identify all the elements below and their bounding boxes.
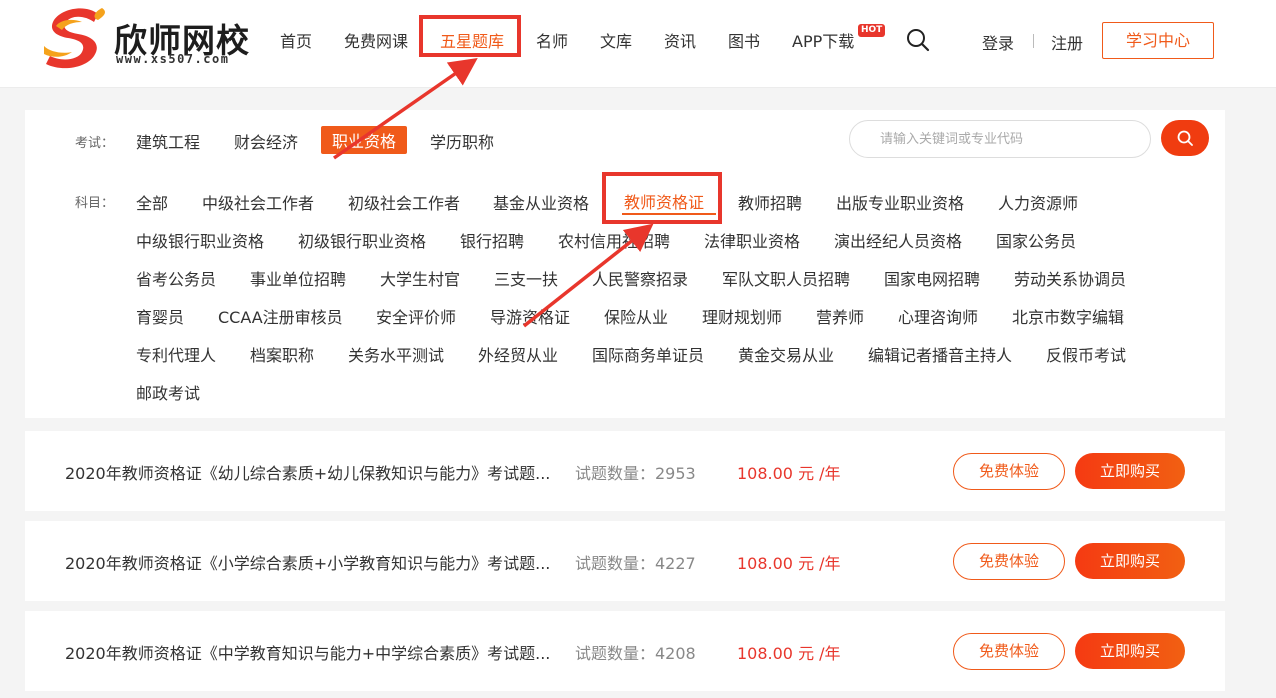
subject-item[interactable]: 北京市数字编辑 (1012, 304, 1124, 328)
subject-item[interactable]: 全部 (136, 190, 168, 214)
buy-now-button[interactable]: 立即购买 (1075, 453, 1185, 489)
search-button-icon (1177, 130, 1193, 146)
subject-item[interactable]: 事业单位招聘 (250, 266, 346, 290)
subject-item[interactable]: 初级银行职业资格 (298, 228, 426, 252)
course-title[interactable]: 2020年教师资格证《中学教育知识与能力+中学综合素质》考试题... (65, 640, 550, 664)
filter-panel: 考试： 建筑工程 财会经济 职业资格 学历职称 科目： 全部 中级社会工作者 初… (25, 110, 1225, 418)
subject-item[interactable]: 军队文职人员招聘 (722, 266, 850, 290)
exam-finance[interactable]: 财会经济 (234, 129, 298, 153)
subject-item[interactable]: 安全评价师 (376, 304, 456, 328)
subject-item[interactable]: 出版专业职业资格 (836, 190, 964, 214)
subject-item[interactable]: 国家电网招聘 (884, 266, 980, 290)
course-row: 2020年教师资格证《小学综合素质+小学教育知识与能力》考试题... 试题数量：… (25, 521, 1225, 601)
header-divider (1033, 34, 1034, 48)
exam-professional-qualification[interactable]: 职业资格 (321, 126, 408, 154)
subject-item[interactable]: 教师招聘 (738, 190, 802, 214)
hot-badge: HOT (858, 24, 886, 37)
exam-construction[interactable]: 建筑工程 (136, 129, 200, 153)
subject-item[interactable]: 农村信用社招聘 (558, 228, 670, 252)
subject-item[interactable]: 编辑记者播音主持人 (868, 342, 1012, 366)
subject-label: 科目： (75, 196, 115, 211)
subject-item[interactable]: 人力资源师 (998, 190, 1078, 214)
subject-item[interactable]: 心理咨询师 (898, 304, 978, 328)
subject-item[interactable]: 人民警察招录 (592, 266, 688, 290)
nav-teachers[interactable]: 名师 (536, 28, 568, 52)
logo-s-icon (44, 8, 105, 69)
exam-label: 考试： (75, 136, 115, 151)
site-logo[interactable]: 欣师网校 www.xs507.com (42, 4, 252, 70)
nav-library[interactable]: 文库 (600, 28, 632, 52)
exam-academic-title[interactable]: 学历职称 (430, 129, 494, 153)
login-link[interactable]: 登录 (982, 30, 1014, 54)
subject-item[interactable]: 反假币考试 (1046, 342, 1126, 366)
nav-app-download[interactable]: APP下载 (792, 28, 854, 52)
subject-item[interactable]: 三支一扶 (494, 266, 558, 290)
subject-item[interactable]: 中级社会工作者 (202, 190, 314, 214)
subject-item[interactable]: 专利代理人 (136, 342, 216, 366)
course-row: 2020年教师资格证《幼儿综合素质+幼儿保教知识与能力》考试题... 试题数量：… (25, 431, 1225, 511)
subject-item[interactable]: 导游资格证 (490, 304, 570, 328)
free-trial-button[interactable]: 免费体验 (953, 543, 1065, 580)
subject-item[interactable]: 理财规划师 (702, 304, 782, 328)
subject-item[interactable]: 银行招聘 (460, 228, 524, 252)
course-title[interactable]: 2020年教师资格证《小学综合素质+小学教育知识与能力》考试题... (65, 550, 550, 574)
subject-item[interactable]: 档案职称 (250, 342, 314, 366)
question-count: 试题数量：4227 (575, 554, 696, 573)
register-link[interactable]: 注册 (1051, 30, 1083, 54)
subject-item[interactable]: 邮政考试 (136, 380, 200, 404)
subject-item[interactable]: 育婴员 (136, 304, 184, 328)
search-box (849, 120, 1151, 158)
search-input[interactable] (880, 121, 1140, 157)
subject-item[interactable]: 中级银行职业资格 (136, 228, 264, 252)
question-count: 试题数量：2953 (575, 464, 696, 483)
subject-item[interactable]: 保险从业 (604, 304, 668, 328)
subject-item[interactable]: 初级社会工作者 (348, 190, 460, 214)
buy-now-button[interactable]: 立即购买 (1075, 633, 1185, 669)
course-price: 108.00 元 /年 (737, 464, 841, 483)
subject-item[interactable]: 国际商务单证员 (592, 342, 704, 366)
buy-now-button[interactable]: 立即购买 (1075, 543, 1185, 579)
logo-url: www.xs507.com (116, 52, 230, 66)
learning-center-button[interactable]: 学习中心 (1102, 22, 1214, 59)
free-trial-button[interactable]: 免费体验 (953, 453, 1065, 490)
subject-item[interactable]: 法律职业资格 (704, 228, 800, 252)
course-row: 2020年教师资格证《中学教育知识与能力+中学综合素质》考试题... 试题数量：… (25, 611, 1225, 691)
subject-item[interactable]: 大学生村官 (380, 266, 460, 290)
search-icon[interactable] (906, 28, 930, 52)
subject-item[interactable]: 劳动关系协调员 (1014, 266, 1126, 290)
site-header: 欣师网校 www.xs507.com 首页 免费网课 五星题库 名师 文库 资讯… (0, 0, 1276, 88)
nav-home[interactable]: 首页 (280, 28, 312, 52)
subject-item[interactable]: 黄金交易从业 (738, 342, 834, 366)
course-title[interactable]: 2020年教师资格证《幼儿综合素质+幼儿保教知识与能力》考试题... (65, 460, 550, 484)
subject-item[interactable]: 基金从业资格 (493, 190, 589, 214)
subject-item[interactable]: 演出经纪人员资格 (834, 228, 962, 252)
subject-teacher-cert-highlight (602, 172, 722, 224)
question-count: 试题数量：4208 (575, 644, 696, 663)
nav-free-courses[interactable]: 免费网课 (344, 28, 408, 52)
course-price: 108.00 元 /年 (737, 554, 841, 573)
subject-item[interactable]: 国家公务员 (996, 228, 1076, 252)
nav-news[interactable]: 资讯 (664, 28, 696, 52)
subject-item[interactable]: 外经贸从业 (478, 342, 558, 366)
nav-question-bank-highlight (419, 15, 521, 57)
subject-item[interactable]: 关务水平测试 (348, 342, 444, 366)
nav-books[interactable]: 图书 (728, 28, 760, 52)
free-trial-button[interactable]: 免费体验 (953, 633, 1065, 670)
course-price: 108.00 元 /年 (737, 644, 841, 663)
subject-item[interactable]: CCAA注册审核员 (218, 304, 343, 328)
subject-item[interactable]: 省考公务员 (136, 266, 216, 290)
subject-item[interactable]: 营养师 (816, 304, 864, 328)
search-button[interactable] (1161, 120, 1209, 156)
